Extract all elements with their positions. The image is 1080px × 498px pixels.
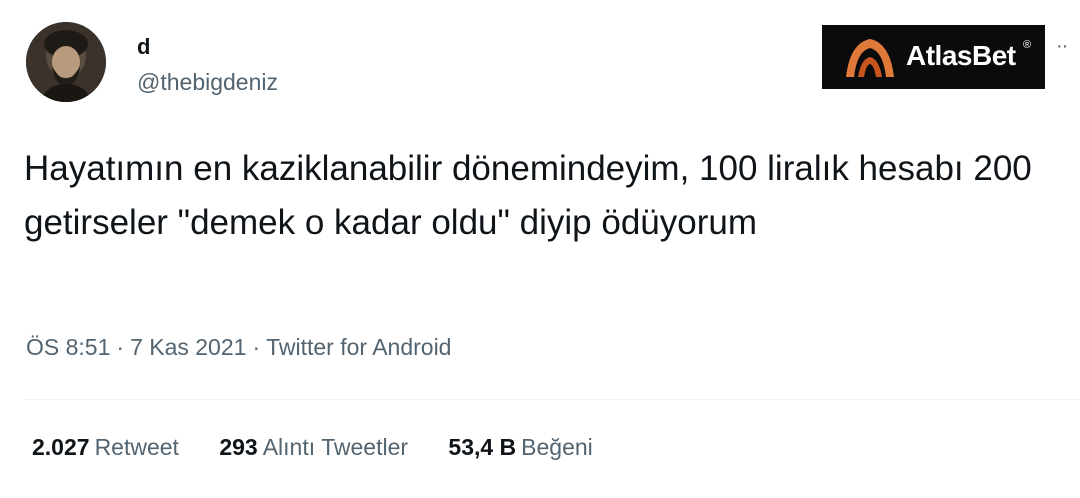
- atlasbet-logo-icon: [846, 39, 894, 77]
- avatar[interactable]: [26, 22, 106, 102]
- avatar-portrait-icon: [26, 22, 106, 102]
- likes-label: Beğeni: [521, 434, 593, 460]
- meta-separator: ·: [116, 334, 125, 360]
- tweet-meta: ÖS 8:51 · 7 Kas 2021 · Twitter for Android: [26, 333, 451, 361]
- meta-separator: ·: [252, 334, 261, 360]
- tweet-time[interactable]: ÖS 8:51: [26, 334, 110, 360]
- quote-tweets-label: Alıntı Tweetler: [262, 434, 409, 460]
- likes-stat[interactable]: 53,4 B Beğeni: [448, 432, 592, 462]
- tweet-text: Hayatımın en kaziklanabilir dönemindeyim…: [24, 149, 1032, 242]
- tweet-source-link[interactable]: Twitter for Android: [266, 334, 451, 360]
- more-options-icon[interactable]: ··: [1056, 36, 1068, 56]
- atlasbet-watermark: AtlasBet ®: [822, 25, 1045, 89]
- retweets-count: 2.027: [32, 434, 90, 460]
- divider: [24, 399, 1080, 400]
- author-display-name[interactable]: d: [137, 34, 150, 60]
- tweet-stats: 2.027 Retweet 293 Alıntı Tweetler 53,4 B Be…: [32, 432, 627, 462]
- retweets-label: Retweet: [94, 434, 179, 460]
- author-handle[interactable]: @thebigdeniz: [137, 68, 278, 96]
- registered-mark: ®: [1023, 39, 1032, 51]
- quote-tweets-count: 293: [219, 434, 258, 460]
- retweets-stat[interactable]: 2.027 Retweet: [32, 432, 179, 462]
- tweet-date[interactable]: 7 Kas 2021: [130, 334, 246, 360]
- quote-tweets-stat[interactable]: 293 Alıntı Tweetler: [219, 432, 408, 462]
- atlasbet-wordmark: AtlasBet: [906, 40, 1016, 71]
- likes-count: 53,4 B: [448, 434, 517, 460]
- tweet-card: d @thebigdeniz AtlasBet ® ·· Hayatımın e…: [0, 0, 1080, 498]
